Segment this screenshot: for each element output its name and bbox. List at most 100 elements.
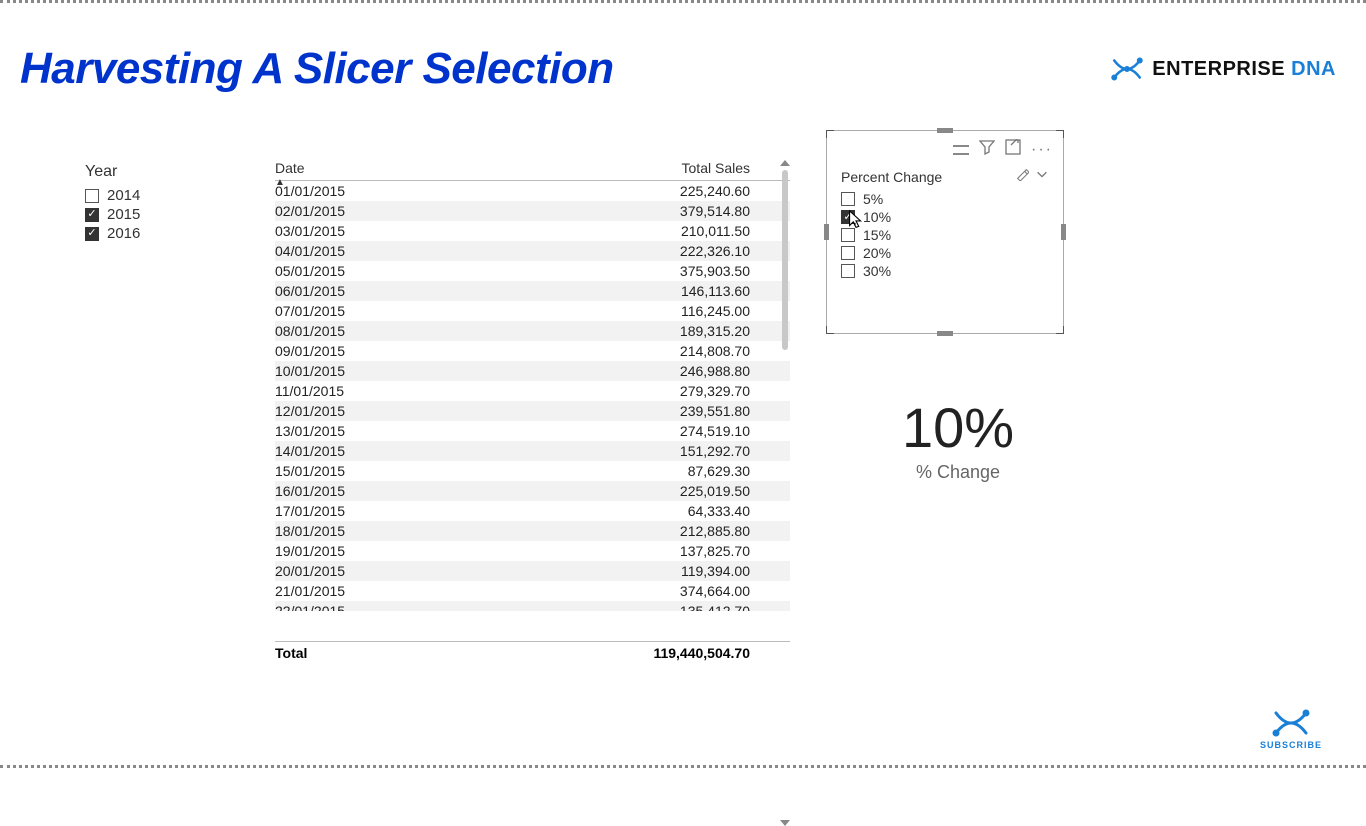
year-slicer[interactable]: Year 201420152016 — [85, 163, 235, 244]
page-title: Harvesting A Slicer Selection — [20, 44, 614, 94]
table-row[interactable]: 15/01/201587,629.30 — [275, 461, 790, 481]
cell-date: 11/01/2015 — [275, 383, 375, 399]
resize-handle-left[interactable] — [824, 224, 829, 240]
resize-handle-top[interactable] — [937, 128, 953, 133]
year-slicer-item[interactable]: 2014 — [85, 187, 235, 204]
year-slicer-item[interactable]: 2016 — [85, 225, 235, 242]
table-row[interactable]: 13/01/2015274,519.10 — [275, 421, 790, 441]
year-label: 2016 — [107, 225, 140, 242]
percent-slicer-items: 5% 10% 15% 20% 30% — [841, 189, 891, 281]
checkbox-icon[interactable] — [85, 189, 99, 203]
cell-date: 21/01/2015 — [275, 583, 375, 599]
cell-sales: 119,394.00 — [375, 563, 790, 579]
checkbox-icon[interactable] — [85, 208, 99, 222]
cell-date: 10/01/2015 — [275, 363, 375, 379]
table-row[interactable]: 08/01/2015189,315.20 — [275, 321, 790, 341]
visual-toolbar: ··· — [953, 139, 1053, 160]
table-row[interactable]: 16/01/2015225,019.50 — [275, 481, 790, 501]
checkbox-icon[interactable] — [841, 264, 855, 278]
table-row[interactable]: 07/01/2015116,245.00 — [275, 301, 790, 321]
cell-sales: 279,329.70 — [375, 383, 790, 399]
resize-handle-br[interactable] — [1056, 326, 1064, 334]
cell-sales: 64,333.40 — [375, 503, 790, 519]
checkbox-icon[interactable] — [841, 192, 855, 206]
drag-handle-icon[interactable] — [953, 145, 969, 155]
cell-date: 02/01/2015 — [275, 203, 375, 219]
cell-sales: 225,240.60 — [375, 183, 790, 199]
cell-date: 01/01/2015 — [275, 183, 375, 199]
table-row[interactable]: 17/01/201564,333.40 — [275, 501, 790, 521]
table-footer: Total 119,440,504.70 — [275, 641, 790, 661]
table-row[interactable]: 09/01/2015214,808.70 — [275, 341, 790, 361]
brand-suffix: DNA — [1291, 58, 1336, 80]
checkbox-icon[interactable] — [841, 228, 855, 242]
more-options-icon[interactable]: ··· — [1031, 141, 1053, 159]
percent-label: 10% — [863, 209, 891, 225]
scroll-up-icon[interactable] — [780, 160, 790, 166]
table-row[interactable]: 02/01/2015379,514.80 — [275, 201, 790, 221]
scroll-down-icon[interactable] — [780, 820, 790, 826]
table-row[interactable]: 05/01/2015375,903.50 — [275, 261, 790, 281]
resize-handle-bl[interactable] — [826, 326, 834, 334]
scroll-thumb[interactable] — [782, 170, 788, 350]
cell-sales: 214,808.70 — [375, 343, 790, 359]
table-row[interactable]: 14/01/2015151,292.70 — [275, 441, 790, 461]
year-slicer-item[interactable]: 2015 — [85, 206, 235, 223]
cell-date: 08/01/2015 — [275, 323, 375, 339]
percent-slicer-item[interactable]: 10% — [841, 209, 891, 225]
percent-slicer-item[interactable]: 30% — [841, 263, 891, 279]
percent-change-slicer[interactable]: ··· Percent Change 5% 10% 15% 20% 30% — [826, 130, 1064, 334]
resize-handle-tr[interactable] — [1056, 130, 1064, 138]
checkbox-icon[interactable] — [841, 210, 855, 224]
checkbox-icon[interactable] — [85, 227, 99, 241]
percent-label: 15% — [863, 227, 891, 243]
table-row[interactable]: 10/01/2015246,988.80 — [275, 361, 790, 381]
table-body: 01/01/2015225,240.6002/01/2015379,514.80… — [275, 181, 790, 641]
percent-label: 5% — [863, 191, 883, 207]
clear-selection-icon[interactable] — [1015, 167, 1029, 186]
filter-icon[interactable] — [979, 139, 995, 160]
percent-slicer-item[interactable]: 20% — [841, 245, 891, 261]
footer-label: Total — [275, 645, 375, 661]
col-sales-header[interactable]: Total Sales — [375, 160, 790, 176]
table-row[interactable]: 21/01/2015374,664.00 — [275, 581, 790, 601]
cell-date: 17/01/2015 — [275, 503, 375, 519]
cell-sales: 212,885.80 — [375, 523, 790, 539]
cell-date: 16/01/2015 — [275, 483, 375, 499]
focus-mode-icon[interactable] — [1005, 139, 1021, 160]
chevron-down-icon[interactable] — [1035, 167, 1049, 186]
percent-slicer-item[interactable]: 15% — [841, 227, 891, 243]
resize-handle-tl[interactable] — [826, 130, 834, 138]
table-row[interactable]: 03/01/2015210,011.50 — [275, 221, 790, 241]
cell-date: 05/01/2015 — [275, 263, 375, 279]
table-row-partial: 22/01/2015135,412.70 — [275, 601, 790, 611]
cell-sales: 246,988.80 — [375, 363, 790, 379]
cell-date: 18/01/2015 — [275, 523, 375, 539]
table-row[interactable]: 20/01/2015119,394.00 — [275, 561, 790, 581]
table-row[interactable]: 11/01/2015279,329.70 — [275, 381, 790, 401]
percent-slicer-title: Percent Change — [841, 169, 942, 185]
table-scrollbar[interactable] — [780, 160, 790, 655]
table-row[interactable]: 12/01/2015239,551.80 — [275, 401, 790, 421]
cell-date: 07/01/2015 — [275, 303, 375, 319]
resize-handle-right[interactable] — [1061, 224, 1066, 240]
cell-sales: 210,011.50 — [375, 223, 790, 239]
cell-sales: 151,292.70 — [375, 443, 790, 459]
table-row[interactable]: 18/01/2015212,885.80 — [275, 521, 790, 541]
col-date-header[interactable]: Date ▲ — [275, 160, 375, 176]
table-header[interactable]: Date ▲ Total Sales — [275, 160, 790, 181]
checkbox-icon[interactable] — [841, 246, 855, 260]
percent-change-card[interactable]: 10% % Change — [828, 395, 1088, 483]
percent-slicer-item[interactable]: 5% — [841, 191, 891, 207]
cell-sales: 137,825.70 — [375, 543, 790, 559]
cell-sales: 146,113.60 — [375, 283, 790, 299]
subscribe-badge[interactable]: SUBSCRIBE — [1260, 708, 1322, 750]
brand-logo: ENTERPRISE DNA — [1110, 55, 1336, 83]
table-row[interactable]: 19/01/2015137,825.70 — [275, 541, 790, 561]
table-row[interactable]: 06/01/2015146,113.60 — [275, 281, 790, 301]
sales-table[interactable]: Date ▲ Total Sales 01/01/2015225,240.600… — [275, 160, 790, 685]
table-row[interactable]: 01/01/2015225,240.60 — [275, 181, 790, 201]
table-row[interactable]: 04/01/2015222,326.10 — [275, 241, 790, 261]
resize-handle-bottom[interactable] — [937, 331, 953, 336]
year-label: 2015 — [107, 206, 140, 223]
